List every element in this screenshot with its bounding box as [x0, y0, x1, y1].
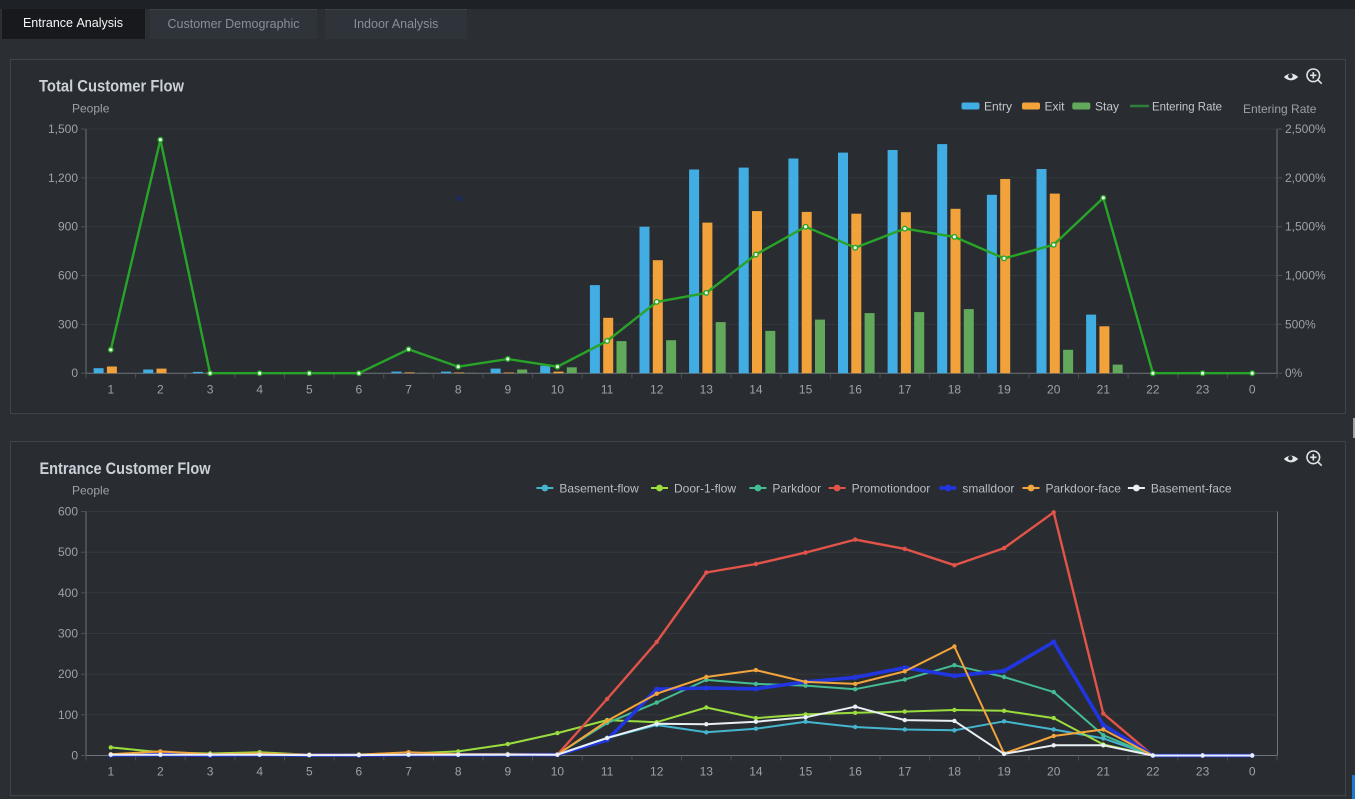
svg-text:Exit: Exit	[1045, 100, 1066, 114]
svg-text:Entering Rate: Entering Rate	[1152, 100, 1222, 114]
svg-text:11: 11	[601, 765, 614, 779]
svg-text:21: 21	[1097, 383, 1111, 397]
svg-text:7: 7	[405, 765, 412, 779]
svg-text:14: 14	[749, 383, 763, 397]
svg-text:500: 500	[58, 545, 78, 559]
svg-text:3: 3	[207, 765, 214, 779]
svg-text:20: 20	[1047, 383, 1061, 397]
svg-text:11: 11	[601, 383, 614, 397]
svg-text:1,000%: 1,000%	[1285, 269, 1326, 283]
svg-text:10: 10	[551, 383, 565, 397]
svg-text:8: 8	[455, 383, 462, 397]
svg-text:7: 7	[405, 383, 412, 397]
svg-text:2: 2	[157, 765, 164, 779]
svg-text:500%: 500%	[1285, 317, 1316, 331]
svg-text:23: 23	[1196, 765, 1210, 779]
svg-text:400: 400	[58, 586, 78, 600]
svg-text:1,500: 1,500	[48, 122, 78, 136]
svg-text:People: People	[72, 484, 110, 498]
svg-text:22: 22	[1146, 383, 1160, 397]
svg-text:2,000%: 2,000%	[1285, 171, 1326, 185]
svg-text:Door-1-flow: Door-1-flow	[674, 482, 736, 496]
svg-text:5: 5	[306, 765, 313, 779]
svg-text:300: 300	[58, 317, 78, 331]
svg-text:0: 0	[1249, 765, 1256, 779]
svg-text:100: 100	[58, 708, 78, 722]
svg-text:smalldoor: smalldoor	[962, 482, 1014, 496]
svg-text:5: 5	[306, 383, 313, 397]
svg-text:15: 15	[799, 383, 813, 397]
svg-text:18: 18	[948, 383, 962, 397]
svg-text:9: 9	[504, 765, 511, 779]
svg-text:6: 6	[356, 383, 363, 397]
svg-text:12: 12	[650, 765, 664, 779]
svg-text:0: 0	[71, 366, 78, 380]
svg-text:0: 0	[1249, 383, 1256, 397]
svg-text:600: 600	[58, 269, 78, 283]
svg-text:300: 300	[58, 627, 78, 641]
svg-text:Basement-flow: Basement-flow	[559, 482, 639, 496]
svg-text:Basement-face: Basement-face	[1151, 482, 1232, 496]
svg-text:Total Customer Flow: Total Customer Flow	[39, 78, 184, 96]
svg-text:900: 900	[58, 220, 78, 234]
svg-text:17: 17	[898, 765, 912, 779]
svg-text:17: 17	[898, 383, 912, 397]
svg-text:13: 13	[700, 765, 714, 779]
svg-text:3: 3	[207, 383, 214, 397]
svg-text:21: 21	[1097, 765, 1111, 779]
svg-text:0%: 0%	[1285, 366, 1303, 380]
svg-text:People: People	[72, 102, 110, 116]
svg-text:1: 1	[107, 765, 114, 779]
svg-text:6: 6	[356, 765, 363, 779]
svg-text:4: 4	[256, 383, 263, 397]
svg-text:2,500%: 2,500%	[1285, 122, 1326, 136]
svg-text:14: 14	[749, 765, 763, 779]
svg-text:Promotiondoor: Promotiondoor	[852, 482, 931, 496]
svg-text:20: 20	[1047, 765, 1061, 779]
svg-text:8: 8	[455, 765, 462, 779]
svg-text:23: 23	[1196, 383, 1210, 397]
svg-text:10: 10	[551, 765, 565, 779]
svg-text:1,500%: 1,500%	[1285, 220, 1326, 234]
svg-text:22: 22	[1146, 765, 1160, 779]
svg-text:19: 19	[997, 383, 1011, 397]
svg-text:13: 13	[700, 383, 714, 397]
svg-text:Parkdoor-face: Parkdoor-face	[1046, 482, 1122, 496]
svg-text:16: 16	[849, 765, 863, 779]
svg-text:18: 18	[948, 765, 962, 779]
svg-text:16: 16	[849, 383, 863, 397]
svg-text:1: 1	[107, 383, 114, 397]
svg-text:9: 9	[504, 383, 511, 397]
svg-text:Parkdoor: Parkdoor	[772, 482, 821, 496]
svg-text:Entrance Customer Flow: Entrance Customer Flow	[40, 460, 211, 478]
svg-text:15: 15	[799, 765, 813, 779]
svg-text:19: 19	[997, 765, 1011, 779]
svg-text:200: 200	[58, 667, 78, 681]
svg-text:12: 12	[650, 383, 664, 397]
svg-text:Stay: Stay	[1095, 100, 1119, 114]
svg-text:600: 600	[58, 505, 78, 519]
svg-text:2: 2	[157, 383, 164, 397]
svg-text:0: 0	[71, 749, 78, 763]
svg-text:4: 4	[256, 765, 263, 779]
svg-text:Entry: Entry	[984, 100, 1012, 114]
svg-text:Entering Rate: Entering Rate	[1243, 102, 1317, 116]
svg-text:1,200: 1,200	[48, 171, 78, 185]
